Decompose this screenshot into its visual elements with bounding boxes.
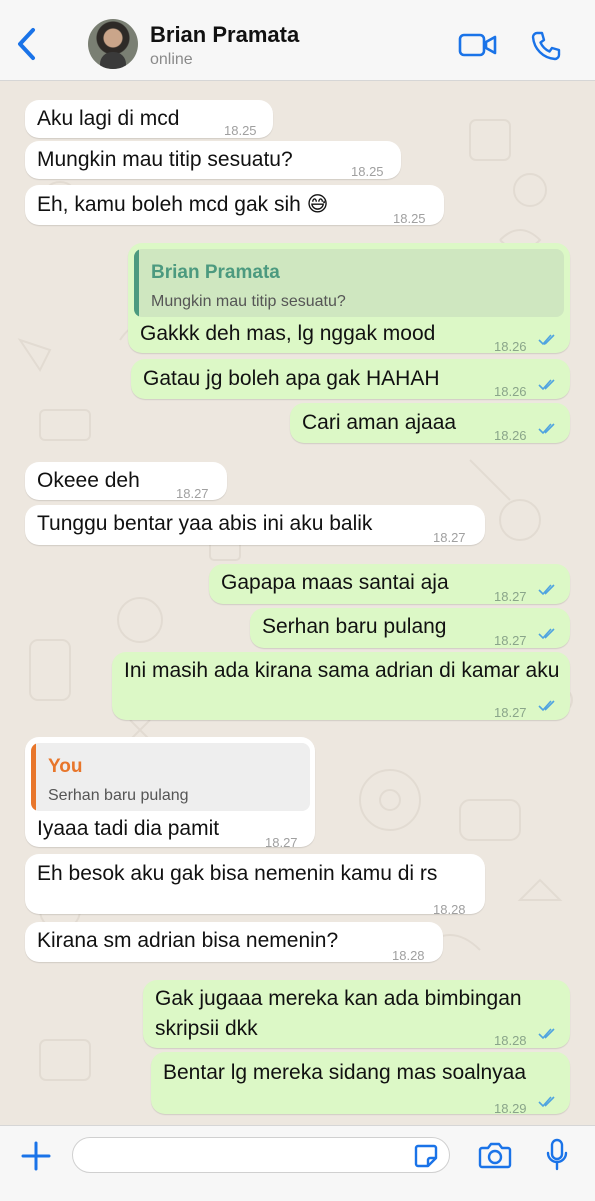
message-text: Ini masih ada kirana sama adrian di kama… — [124, 659, 560, 682]
read-receipt-icon — [538, 584, 555, 596]
message-bubble-outgoing[interactable]: Cari aman ajaaa 18.26 — [290, 403, 570, 443]
read-receipt-icon — [538, 1096, 555, 1108]
message-text: Tunggu bentar yaa abis ini aku balik — [37, 512, 373, 535]
quote-accent-bar — [134, 249, 139, 317]
message-text: Mungkin mau titip sesuatu? — [37, 148, 293, 171]
message-text: Bentar lg mereka sidang mas soalnyaa — [163, 1061, 527, 1084]
message-time: 18.26 — [494, 428, 527, 443]
message-text: Gakkk deh mas, lg nggak mood — [140, 322, 436, 345]
message-time: 18.26 — [494, 339, 527, 354]
phone-call-icon[interactable] — [530, 30, 562, 62]
message-bubble-outgoing[interactable]: Ini masih ada kirana sama adrian di kama… — [112, 652, 570, 720]
message-time: 18.28 — [392, 948, 425, 963]
back-chevron-icon[interactable] — [14, 26, 40, 62]
chat-header: Brian Pramata online — [0, 0, 595, 81]
read-receipt-icon — [538, 700, 555, 712]
message-input[interactable] — [72, 1137, 450, 1173]
message-text: Eh besok aku gak bisa nemenin kamu di rs — [37, 862, 438, 885]
message-text: Iyaaa tadi dia pamit — [37, 817, 220, 840]
message-bubble-outgoing[interactable]: Gak jugaaa mereka kan ada bimbingan skri… — [143, 980, 570, 1048]
microphone-icon[interactable] — [545, 1138, 569, 1172]
message-time: 18.29 — [494, 1101, 527, 1116]
message-time: 18.25 — [351, 164, 384, 179]
quote-accent-bar — [31, 743, 36, 811]
quoted-message[interactable]: Brian Pramata Mungkin mau titip sesuatu? — [134, 249, 564, 317]
message-text: Aku lagi di mcd — [37, 107, 180, 130]
message-time: 18.27 — [494, 705, 527, 720]
quoted-author: You — [48, 756, 83, 777]
quoted-text: Mungkin mau titip sesuatu? — [151, 293, 346, 310]
message-time: 18.27 — [433, 530, 466, 545]
read-receipt-icon — [538, 1028, 555, 1040]
contact-avatar[interactable] — [88, 19, 138, 69]
message-bubble-outgoing[interactable]: Brian Pramata Mungkin mau titip sesuatu?… — [128, 243, 570, 354]
camera-icon[interactable] — [478, 1141, 512, 1169]
message-bubble-outgoing[interactable]: Gapapa maas santai aja 18.27 — [209, 564, 570, 604]
message-text: Gapapa maas santai aja — [221, 571, 449, 594]
read-receipt-icon — [538, 628, 555, 640]
message-bubble-incoming[interactable]: You Serhan baru pulang Iyaaa tadi dia pa… — [25, 737, 315, 850]
message-text: Okeee deh — [37, 469, 140, 492]
message-text: Gatau jg boleh apa gak HAHAH — [143, 367, 440, 390]
contact-status: online — [150, 51, 193, 68]
video-call-icon[interactable] — [458, 32, 498, 58]
message-text: Kirana sm adrian bisa nemenin? — [37, 929, 339, 952]
message-bubble-incoming[interactable]: Aku lagi di mcd 18.25 — [25, 100, 273, 138]
plus-icon[interactable] — [20, 1140, 52, 1172]
message-bubble-incoming[interactable]: Kirana sm adrian bisa nemenin? 18.28 — [25, 922, 443, 963]
quoted-author: Brian Pramata — [151, 262, 280, 283]
message-text: Eh, kamu boleh mcd gak sih 😅 — [37, 193, 329, 216]
message-bubble-outgoing[interactable]: Bentar lg mereka sidang mas soalnyaa 18.… — [151, 1052, 570, 1116]
read-receipt-icon — [538, 423, 555, 435]
message-text: Serhan baru pulang — [262, 615, 447, 638]
contact-name[interactable]: Brian Pramata — [150, 22, 299, 48]
read-receipt-icon — [538, 379, 555, 391]
quoted-message[interactable]: You Serhan baru pulang — [31, 743, 310, 811]
message-bubble-incoming[interactable]: Tunggu bentar yaa abis ini aku balik 18.… — [25, 505, 485, 545]
quoted-text: Serhan baru pulang — [48, 787, 189, 804]
message-bubble-outgoing[interactable]: Gatau jg boleh apa gak HAHAH 18.26 — [131, 359, 570, 399]
message-time: 18.25 — [393, 211, 426, 226]
message-bubble-incoming[interactable]: Eh, kamu boleh mcd gak sih 😅 18.25 — [25, 185, 444, 226]
message-bubble-outgoing[interactable]: Serhan baru pulang 18.27 — [250, 608, 570, 648]
message-bubble-incoming[interactable]: Okeee deh 18.27 — [25, 462, 227, 501]
message-text: Cari aman ajaaa — [302, 411, 457, 434]
message-list[interactable]: Aku lagi di mcd 18.25 Mungkin mau titip … — [0, 80, 595, 1125]
read-receipt-icon — [538, 334, 555, 346]
sticker-icon[interactable] — [413, 1143, 439, 1169]
message-composer — [0, 1125, 595, 1201]
message-time: 18.28 — [433, 902, 466, 917]
message-bubble-incoming[interactable]: Mungkin mau titip sesuatu? 18.25 — [25, 141, 401, 179]
message-bubble-incoming[interactable]: Eh besok aku gak bisa nemenin kamu di rs… — [25, 854, 485, 917]
